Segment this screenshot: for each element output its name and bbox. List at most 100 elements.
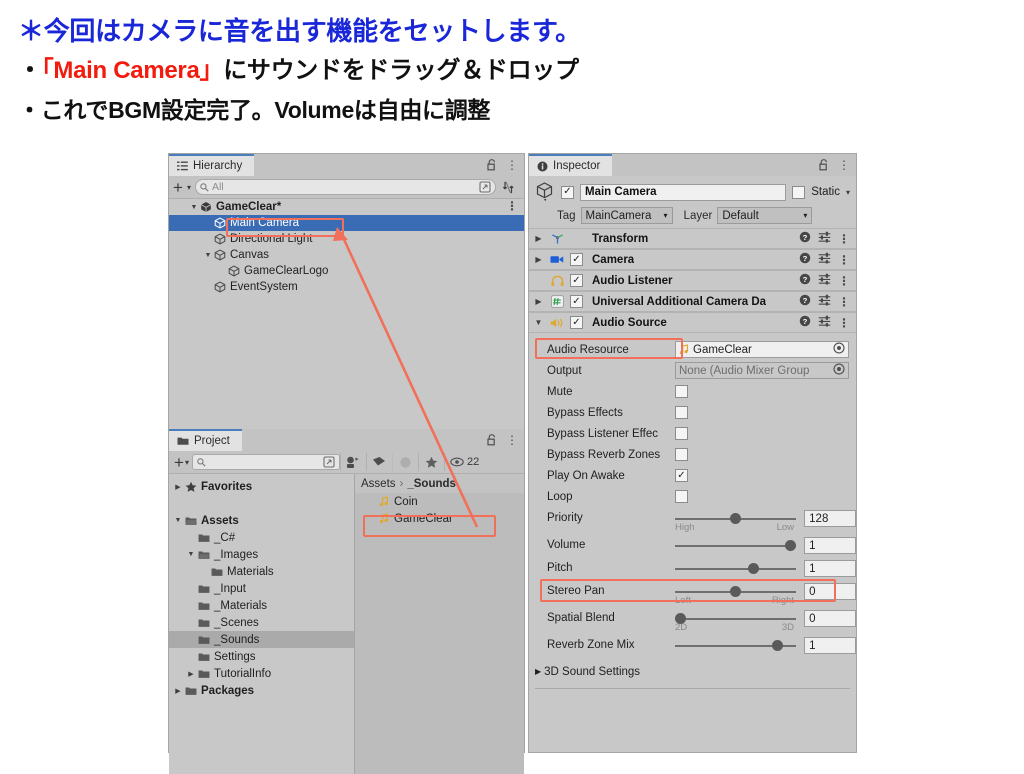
lock-open-icon[interactable] bbox=[487, 434, 497, 446]
sort-icon[interactable] bbox=[500, 181, 520, 194]
property-value-field[interactable]: 0 bbox=[804, 583, 856, 600]
asset-item-gameclear[interactable]: GameClear bbox=[355, 510, 524, 527]
property-value-field[interactable]: 1 bbox=[804, 537, 856, 554]
project-folder--input[interactable]: _Input bbox=[169, 580, 354, 597]
hierarchy-item-directional-light[interactable]: Directional Light bbox=[169, 231, 524, 247]
project-folder--images[interactable]: ▼_Images bbox=[169, 546, 354, 563]
kebab-menu-icon[interactable]: ⋮ bbox=[838, 233, 850, 245]
disclosure-triangle-icon[interactable]: ▼ bbox=[189, 204, 199, 211]
hierarchy-item-gameclear-[interactable]: ▼GameClear*⋮ bbox=[169, 199, 524, 215]
property-slider[interactable] bbox=[675, 560, 797, 577]
lock-open-icon[interactable] bbox=[819, 159, 829, 171]
component-header-audio-listener[interactable]: ✓Audio Listener?⋮ bbox=[529, 270, 856, 291]
save-search-icon[interactable] bbox=[323, 456, 335, 468]
slider-knob[interactable] bbox=[772, 640, 783, 651]
static-checkbox[interactable] bbox=[792, 186, 805, 199]
project-folder--scenes[interactable]: _Scenes bbox=[169, 614, 354, 631]
kebab-menu-icon[interactable]: ⋮ bbox=[838, 317, 850, 329]
disclosure-triangle-icon[interactable]: ▶ bbox=[173, 687, 183, 695]
property-value-field[interactable]: 0 bbox=[804, 610, 856, 627]
preset-icon[interactable] bbox=[818, 273, 831, 288]
static-dropdown-caret-icon[interactable]: ▾ bbox=[846, 188, 850, 197]
preset-icon[interactable] bbox=[818, 252, 831, 267]
help-icon[interactable]: ? bbox=[799, 252, 811, 267]
asset-filter-icon[interactable] bbox=[340, 453, 366, 471]
visibility-count[interactable]: 22 bbox=[444, 453, 484, 471]
disclosure-triangle-icon[interactable]: ▼ bbox=[533, 318, 544, 327]
asset-item-coin[interactable]: Coin bbox=[355, 493, 524, 510]
disclosure-triangle-icon[interactable]: ▶ bbox=[535, 667, 541, 676]
help-icon[interactable]: ? bbox=[799, 273, 811, 288]
hierarchy-item-main-camera[interactable]: Main Camera bbox=[169, 215, 524, 231]
hierarchy-item-gameclearlogo[interactable]: GameClearLogo bbox=[169, 263, 524, 279]
tab-hierarchy[interactable]: Hierarchy bbox=[169, 154, 254, 176]
breadcrumb-item-assets[interactable]: Assets bbox=[361, 478, 396, 490]
kebab-menu-icon[interactable]: ⋮ bbox=[838, 254, 850, 266]
component-header-universal-additional-camera-da[interactable]: ▶✓Universal Additional Camera Da?⋮ bbox=[529, 291, 856, 312]
tab-inspector[interactable]: Inspector bbox=[529, 154, 612, 176]
hierarchy-item-canvas[interactable]: ▼Canvas bbox=[169, 247, 524, 263]
create-asset-caret-icon[interactable]: ▾ bbox=[184, 458, 192, 467]
component-header-audio-source[interactable]: ▼✓Audio Source?⋮ bbox=[529, 312, 856, 333]
preset-icon[interactable] bbox=[818, 231, 831, 246]
component-header-camera[interactable]: ▶✓Camera?⋮ bbox=[529, 249, 856, 270]
disclosure-triangle-icon[interactable]: ▶ bbox=[173, 483, 183, 491]
property-checkbox[interactable] bbox=[675, 427, 688, 440]
property-checkbox[interactable] bbox=[675, 385, 688, 398]
object-field[interactable]: GameClear bbox=[675, 341, 849, 358]
disclosure-triangle-icon[interactable]: ▼ bbox=[203, 252, 213, 259]
project-folder-materials[interactable]: Materials bbox=[169, 563, 354, 580]
project-folder-favorites[interactable]: ▶Favorites bbox=[169, 478, 354, 495]
breadcrumb-item-current[interactable]: _Sounds bbox=[407, 478, 456, 490]
tab-project[interactable]: Project bbox=[169, 429, 242, 451]
project-folder-settings[interactable]: Settings bbox=[169, 648, 354, 665]
property-slider[interactable] bbox=[675, 637, 797, 654]
project-asset-grid[interactable]: Assets › _Sounds CoinGameClear bbox=[355, 474, 524, 774]
project-folder-tree[interactable]: ▶Favorites▼Assets_C#▼_ImagesMaterials_In… bbox=[169, 474, 355, 774]
disclosure-triangle-icon[interactable]: ▼ bbox=[173, 517, 183, 524]
breadcrumb[interactable]: Assets › _Sounds bbox=[355, 474, 524, 493]
hierarchy-search-input[interactable]: All bbox=[195, 179, 496, 195]
tag-dropdown[interactable]: MainCamera ▾ bbox=[581, 207, 673, 224]
help-icon[interactable]: ? bbox=[799, 315, 811, 330]
preset-icon[interactable] bbox=[818, 315, 831, 330]
kebab-menu-icon[interactable]: ⋮ bbox=[506, 200, 518, 212]
kebab-menu-icon[interactable]: ⋮ bbox=[838, 275, 850, 287]
component-header-transform[interactable]: ▶Transform?⋮ bbox=[529, 228, 856, 249]
property-value-field[interactable]: 1 bbox=[804, 637, 856, 654]
property-checkbox[interactable] bbox=[675, 448, 688, 461]
project-folder--c-[interactable]: _C# bbox=[169, 529, 354, 546]
hierarchy-item-eventsystem[interactable]: EventSystem bbox=[169, 279, 524, 295]
kebab-menu-icon[interactable]: ⋮ bbox=[838, 159, 850, 171]
save-search-icon[interactable] bbox=[479, 181, 491, 193]
layer-dropdown[interactable]: Default ▾ bbox=[717, 207, 812, 224]
kebab-menu-icon[interactable]: ⋮ bbox=[506, 159, 518, 171]
foldout-3d-sound-settings[interactable]: ▶3D Sound Settings bbox=[529, 661, 856, 682]
kebab-menu-icon[interactable]: ⋮ bbox=[506, 434, 518, 446]
component-enabled-checkbox[interactable]: ✓ bbox=[570, 253, 583, 266]
project-search-input[interactable] bbox=[192, 454, 340, 470]
slider-knob[interactable] bbox=[748, 563, 759, 574]
gameobject-enabled-checkbox[interactable]: ✓ bbox=[561, 186, 574, 199]
create-asset-button[interactable]: + bbox=[171, 454, 184, 471]
component-enabled-checkbox[interactable]: ✓ bbox=[570, 316, 583, 329]
project-folder-packages[interactable]: ▶Packages bbox=[169, 682, 354, 699]
project-folder-tutorialinfo[interactable]: ▶TutorialInfo bbox=[169, 665, 354, 682]
project-folder--materials[interactable]: _Materials bbox=[169, 597, 354, 614]
component-enabled-checkbox[interactable]: ✓ bbox=[570, 274, 583, 287]
property-slider[interactable] bbox=[675, 537, 797, 554]
property-value-field[interactable]: 128 bbox=[804, 510, 856, 527]
component-enabled-checkbox[interactable]: ✓ bbox=[570, 295, 583, 308]
slider-knob[interactable] bbox=[785, 540, 796, 551]
add-gameobject-button[interactable]: + bbox=[173, 179, 183, 196]
property-checkbox[interactable] bbox=[675, 406, 688, 419]
kebab-menu-icon[interactable]: ⋮ bbox=[838, 296, 850, 308]
property-checkbox[interactable] bbox=[675, 490, 688, 503]
preset-icon[interactable] bbox=[818, 294, 831, 309]
property-checkbox[interactable]: ✓ bbox=[675, 469, 688, 482]
asset-list[interactable]: CoinGameClear bbox=[355, 493, 524, 527]
help-icon[interactable]: ? bbox=[799, 231, 811, 246]
project-folder--sounds[interactable]: _Sounds bbox=[169, 631, 354, 648]
gameobject-name-field[interactable]: Main Camera bbox=[580, 184, 786, 201]
object-field[interactable]: None (Audio Mixer Group bbox=[675, 362, 849, 379]
